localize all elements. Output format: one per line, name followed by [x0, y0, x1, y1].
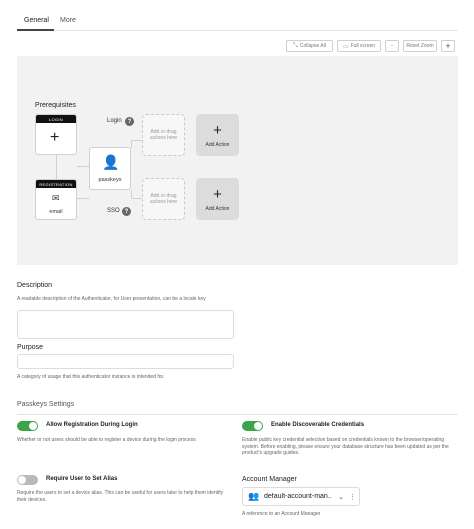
plus-icon: +	[50, 129, 60, 146]
section-divider	[17, 414, 458, 415]
connector-line	[77, 198, 89, 199]
connector-line	[77, 166, 89, 167]
sso-branch-label: SSO	[107, 208, 120, 214]
user-search-icon: 👥	[248, 491, 260, 501]
login-node-header: LOGIN	[36, 115, 76, 123]
allow-registration-desc: Whether or not users should be able to r…	[17, 437, 196, 443]
connector-line	[56, 155, 57, 180]
full-screen-button[interactable]: ▭ Full screen	[337, 40, 381, 52]
discoverable-credentials-desc: Enable public key credential selection b…	[242, 437, 449, 456]
description-help-text: A readable description of the Authentica…	[17, 296, 206, 302]
connector-line	[131, 198, 142, 199]
discoverable-credentials-toggle[interactable]	[242, 421, 263, 431]
registration-node-header: REGISTRATION	[36, 180, 76, 188]
description-label: Description	[17, 282, 53, 289]
account-manager-label: Account Manager	[242, 476, 297, 483]
require-alias-label: Require User to Set Alias	[46, 476, 118, 482]
email-label: email	[49, 209, 63, 215]
plus-icon: +	[445, 41, 451, 51]
account-manager-help: A reference to an Account Manager	[242, 511, 321, 517]
plus-icon: +	[213, 185, 222, 203]
fullscreen-icon: ▭	[342, 43, 349, 50]
connector-line	[131, 140, 142, 141]
passkeys-label: passkeys	[98, 177, 122, 183]
prerequisites-title: Prerequisites	[35, 102, 76, 109]
description-field[interactable]	[17, 310, 234, 339]
add-button[interactable]: +	[441, 40, 455, 52]
more-options-button[interactable]: ⋯	[385, 40, 399, 52]
help-icon[interactable]: ?	[122, 207, 131, 216]
registration-node[interactable]: REGISTRATION ✉ email	[35, 179, 77, 220]
purpose-help-text: A category of usage that this authentica…	[17, 374, 165, 380]
discoverable-credentials-label: Enable Discoverable Credentials	[271, 422, 365, 428]
help-icon[interactable]: ?	[125, 117, 134, 126]
chevron-down-icon[interactable]: ⌄	[338, 493, 344, 501]
tab-general[interactable]: General	[24, 17, 49, 24]
connector-line	[131, 140, 132, 148]
tab-more[interactable]: More	[60, 17, 76, 24]
collapse-all-button[interactable]: ⤡ Collapse All	[286, 40, 333, 52]
connector-line	[131, 190, 132, 198]
require-alias-toggle[interactable]	[17, 475, 38, 485]
user-key-icon: 👤	[102, 154, 120, 170]
kebab-menu-icon[interactable]: ⋮	[349, 493, 356, 501]
sso-action-dropzone[interactable]: Add or drag actions here	[142, 178, 185, 220]
reset-zoom-button[interactable]: Reset Zoom	[403, 40, 437, 52]
passkeys-settings-heading: Passkeys Settings	[17, 401, 75, 408]
passkeys-node[interactable]: 👤 passkeys	[89, 147, 131, 190]
more-icon: ⋯	[389, 43, 395, 49]
sso-add-action-button[interactable]: + Add Action	[196, 178, 239, 220]
purpose-label: Purpose	[17, 344, 44, 351]
allow-registration-label: Allow Registration During Login	[46, 422, 138, 428]
purpose-field[interactable]	[17, 354, 234, 369]
allow-registration-toggle[interactable]	[17, 421, 38, 431]
flow-canvas[interactable]	[17, 56, 458, 265]
login-branch-label: Login	[107, 118, 122, 124]
login-add-action-button[interactable]: + Add Action	[196, 114, 239, 156]
collapse-icon: ⤡	[293, 42, 298, 49]
account-manager-value: default-account-man...	[264, 493, 332, 500]
active-tab-indicator	[17, 29, 54, 31]
require-alias-desc: Require the users to set a device alias.…	[17, 490, 224, 503]
account-manager-select[interactable]: 👥 default-account-man... ⌄ ⋮	[242, 487, 360, 506]
tab-bar: General More	[17, 14, 458, 31]
mail-icon: ✉	[52, 193, 60, 203]
login-action-dropzone[interactable]: Add or drag actions here	[142, 114, 185, 156]
login-node[interactable]: LOGIN +	[35, 114, 77, 155]
plus-icon: +	[213, 121, 222, 139]
